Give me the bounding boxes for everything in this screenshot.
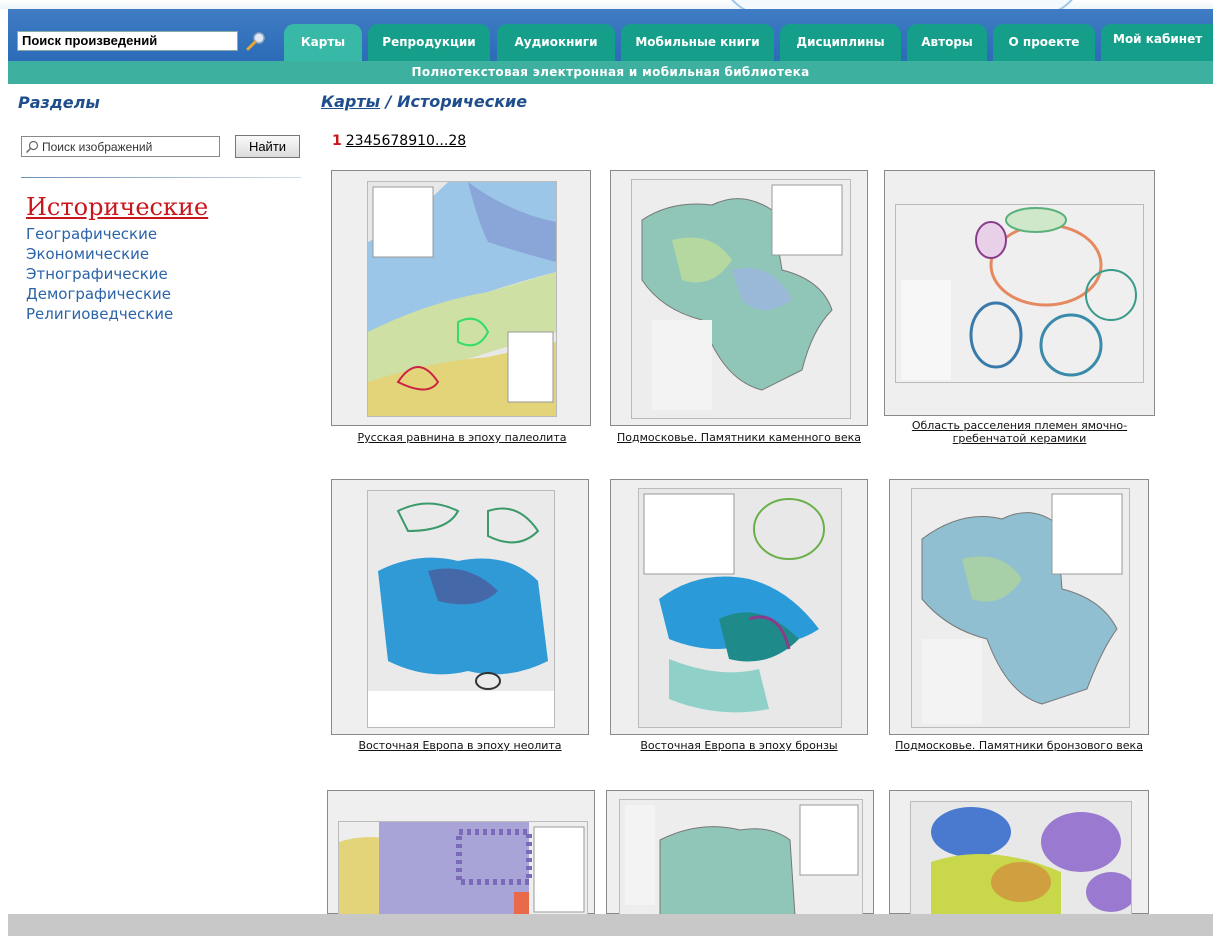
page-link[interactable]: 8 [399, 133, 408, 149]
map-thumbnail[interactable] [889, 479, 1149, 735]
map-image [619, 799, 863, 917]
tab-authors[interactable]: Авторы [907, 24, 987, 61]
map-thumbnail[interactable] [331, 170, 591, 426]
map-thumbnail[interactable] [610, 170, 868, 426]
map-image [638, 488, 842, 728]
map-image [631, 179, 851, 419]
sidebar-item-economic[interactable]: Экономические [26, 245, 149, 263]
breadcrumb-separator: / [380, 92, 398, 111]
tab-audiobooks[interactable]: Аудиокниги [497, 24, 615, 61]
sidebar-item-geographical[interactable]: Географические [26, 225, 157, 243]
breadcrumb: Карты / Исторические [321, 92, 527, 111]
page-link[interactable]: 9 [408, 133, 417, 149]
tab-about[interactable]: О проекте [993, 24, 1095, 61]
tab-disciplines[interactable]: Дисциплины [780, 24, 901, 61]
search-icon [25, 139, 39, 154]
map-caption[interactable]: Русская равнина в эпоху палеолита [327, 431, 597, 444]
page-link[interactable]: ... [435, 133, 448, 149]
map-image [367, 181, 557, 417]
image-search-input[interactable]: Поиск изображений [21, 136, 220, 157]
map-thumbnail[interactable] [610, 479, 868, 735]
sidebar-item-historical[interactable]: Исторические [26, 193, 208, 221]
sidebar-title: Разделы [18, 93, 100, 112]
map-image [367, 490, 555, 728]
pagination: 1 2345678910...28 [332, 133, 466, 149]
map-caption[interactable]: Восточная Европа в эпоху бронзы [606, 739, 872, 752]
breadcrumb-link-maps[interactable]: Карты [321, 92, 380, 111]
page-link[interactable]: 10 [417, 133, 435, 149]
page-link[interactable]: 7 [390, 133, 399, 149]
map-caption[interactable]: Подмосковье. Памятники бронзового века [883, 739, 1155, 752]
breadcrumb-current: Исторические [397, 92, 528, 111]
map-image [338, 821, 588, 917]
map-thumbnail[interactable] [606, 790, 874, 917]
map-thumbnail[interactable] [331, 479, 589, 735]
page-link[interactable]: 2 [346, 133, 355, 149]
tab-reproductions[interactable]: Репродукции [368, 24, 490, 61]
map-caption[interactable]: Область расселения племен ямочно-гребенч… [879, 419, 1160, 445]
find-button[interactable]: Найти [235, 135, 300, 158]
tab-my-account[interactable]: Мой кабинет [1101, 24, 1213, 61]
map-thumbnail[interactable] [889, 790, 1149, 917]
sidebar-divider [21, 177, 301, 178]
map-image [911, 488, 1130, 728]
page-link[interactable]: 28 [448, 133, 466, 149]
work-search-input[interactable]: Поиск произведений [17, 31, 238, 51]
map-image [895, 204, 1144, 383]
tab-mobile-books[interactable]: Мобильные книги [621, 24, 774, 61]
tab-maps[interactable]: Карты [284, 24, 362, 61]
map-thumbnail[interactable] [884, 170, 1155, 416]
map-image [910, 801, 1132, 917]
sidebar-item-religious[interactable]: Религиоведческие [26, 305, 173, 323]
horizontal-scrollbar[interactable] [8, 914, 1213, 936]
sidebar-item-ethnographic[interactable]: Этнографические [26, 265, 168, 283]
map-caption[interactable]: Восточная Европа в эпоху неолита [327, 739, 593, 752]
site-subtitle: Полнотекстовая электронная и мобильная б… [8, 61, 1213, 84]
page-link[interactable]: 3 [355, 133, 364, 149]
sidebar-item-demographic[interactable]: Демографические [26, 285, 171, 303]
map-thumbnail[interactable] [327, 790, 595, 917]
search-icon[interactable] [244, 30, 268, 52]
page-link[interactable]: 4 [364, 133, 373, 149]
map-caption[interactable]: Подмосковье. Памятники каменного века [606, 431, 872, 444]
page-current: 1 [332, 133, 342, 149]
